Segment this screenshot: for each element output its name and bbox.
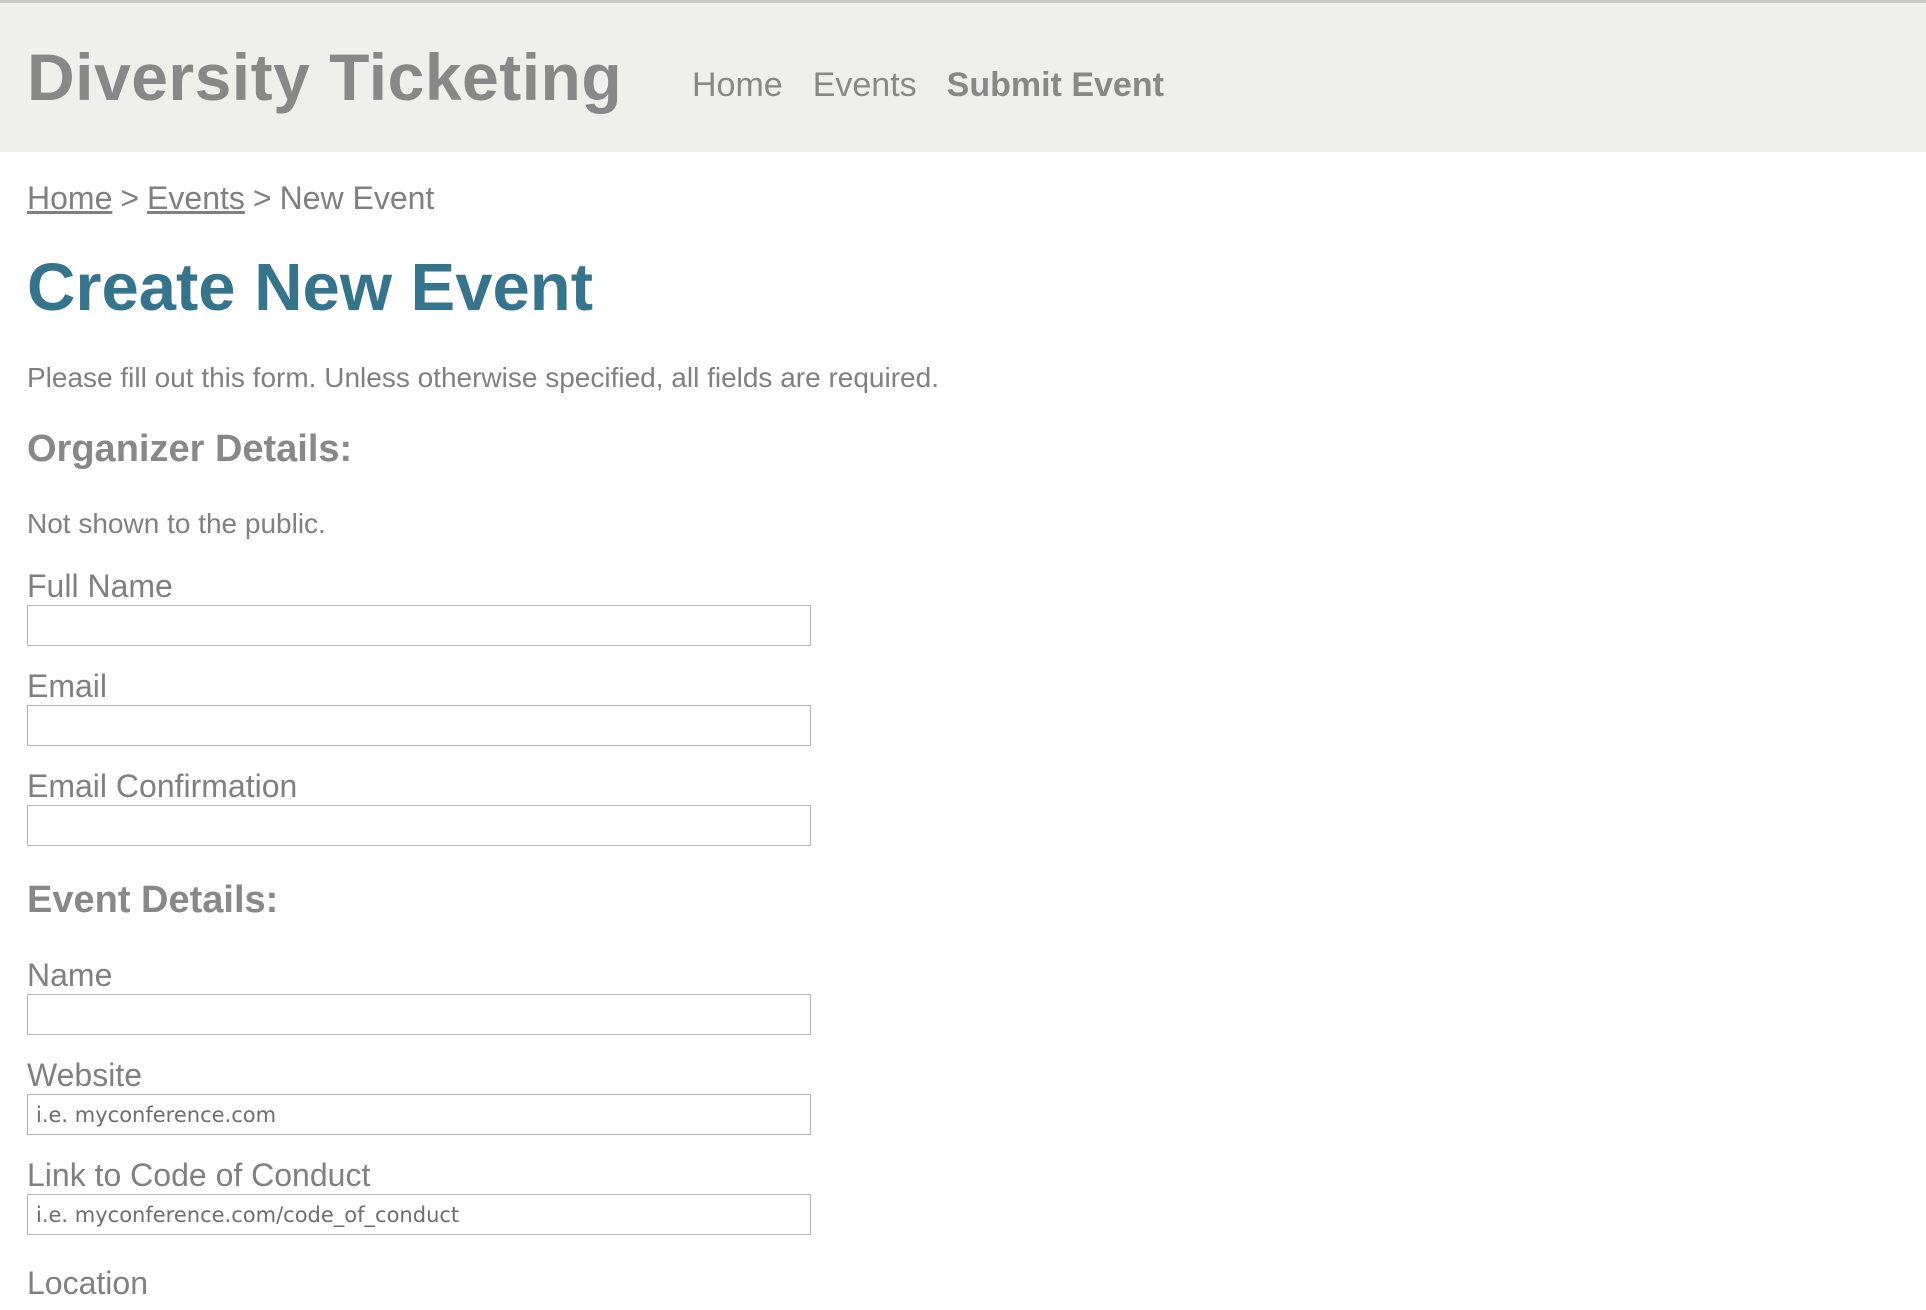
event-details-heading: Event Details: <box>27 879 279 921</box>
site-header: Diversity Ticketing Home Events Submit E… <box>0 0 1926 152</box>
breadcrumb-separator: > <box>252 180 272 216</box>
event-name-label: Name <box>27 957 113 993</box>
form-intro: Please fill out this form. Unless otherw… <box>27 362 939 393</box>
email-label: Email <box>27 668 108 704</box>
email-input[interactable] <box>27 705 811 746</box>
breadcrumb-current: New Event <box>279 180 435 216</box>
full-name-input[interactable] <box>27 605 811 646</box>
main-nav: Home Events Submit Event <box>692 65 1164 105</box>
organizer-privacy-note: Not shown to the public. <box>27 508 326 539</box>
organizer-details-heading: Organizer Details: <box>27 428 353 470</box>
code-of-conduct-label: Link to Code of Conduct <box>27 1157 371 1193</box>
full-name-label: Full Name <box>27 568 173 604</box>
nav-submit-event-link[interactable]: Submit Event <box>947 65 1164 105</box>
breadcrumb-events-link[interactable]: Events <box>147 180 245 216</box>
nav-events-link[interactable]: Events <box>813 65 917 105</box>
email-confirmation-label: Email Confirmation <box>27 768 298 804</box>
site-logo-title[interactable]: Diversity Ticketing <box>27 40 622 114</box>
nav-home-link[interactable]: Home <box>692 65 783 105</box>
location-label: Location <box>27 1265 148 1301</box>
page-title: Create New Event <box>27 250 593 325</box>
breadcrumb-home-link[interactable]: Home <box>27 180 112 216</box>
event-name-input[interactable] <box>27 994 811 1035</box>
website-label: Website <box>27 1057 143 1093</box>
code-of-conduct-input[interactable] <box>27 1194 811 1235</box>
breadcrumb-separator: > <box>120 180 140 216</box>
email-confirmation-input[interactable] <box>27 805 811 846</box>
website-input[interactable] <box>27 1094 811 1135</box>
breadcrumb: Home > Events > New Event <box>27 178 434 218</box>
